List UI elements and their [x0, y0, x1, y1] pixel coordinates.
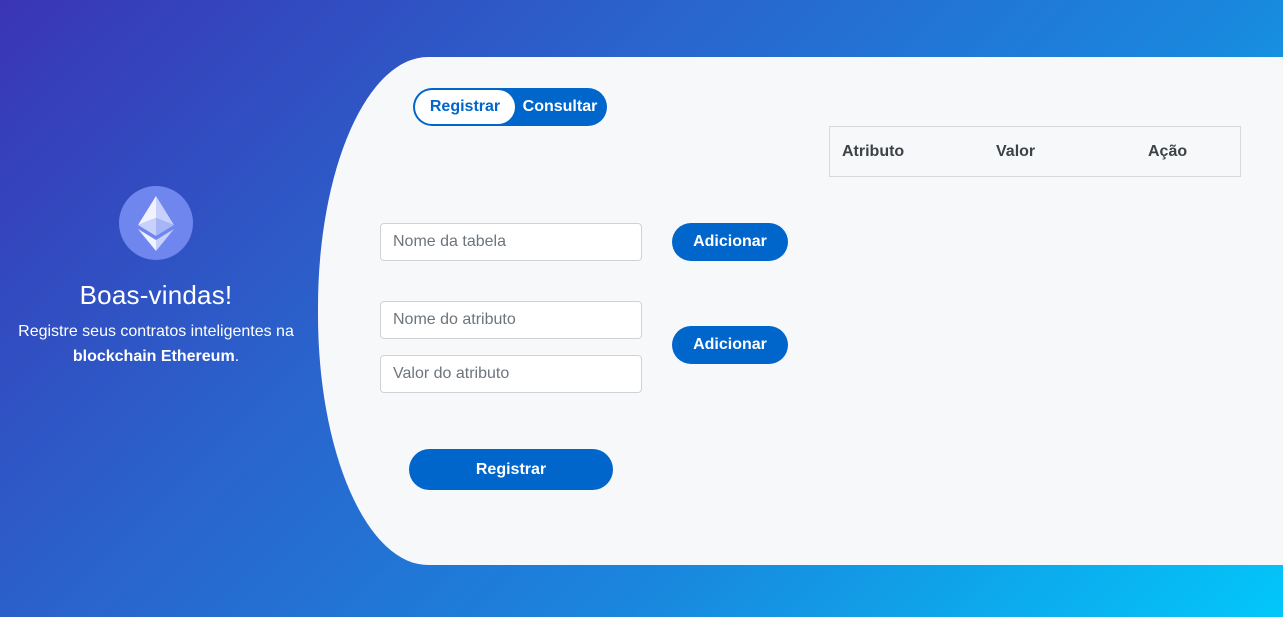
welcome-description: Registre seus contratos inteligentes na …	[0, 319, 312, 369]
header-value: Valor	[996, 142, 1036, 160]
toggle-register[interactable]: Registrar	[415, 90, 515, 124]
attribute-value-input[interactable]	[380, 355, 642, 393]
table-name-input[interactable]	[380, 223, 642, 261]
mode-toggle[interactable]: Registrar Consultar	[413, 88, 607, 126]
welcome-text-start: Registre seus contratos inteligentes na	[18, 323, 294, 340]
toggle-query[interactable]: Consultar	[515, 90, 605, 124]
attribute-name-input[interactable]	[380, 301, 642, 339]
table-header-row: Atributo Valor Ação	[830, 127, 1240, 176]
welcome-panel: Boas-vindas! Registre seus contratos int…	[0, 186, 312, 369]
welcome-text-bold: blockchain Ethereum	[72, 348, 235, 365]
submit-register-button[interactable]: Registrar	[409, 449, 613, 490]
header-attribute: Atributo	[842, 142, 905, 160]
welcome-text-end: .	[234, 348, 240, 365]
add-table-button[interactable]: Adicionar	[672, 223, 788, 261]
add-attribute-button[interactable]: Adicionar	[672, 326, 788, 364]
attributes-table: Atributo Valor Ação	[829, 126, 1241, 177]
ethereum-icon	[119, 186, 193, 260]
welcome-title: Boas-vindas!	[79, 280, 233, 310]
header-action: Ação	[1148, 142, 1188, 160]
main-card: Registrar Consultar Adicionar Adicionar …	[318, 57, 1283, 565]
